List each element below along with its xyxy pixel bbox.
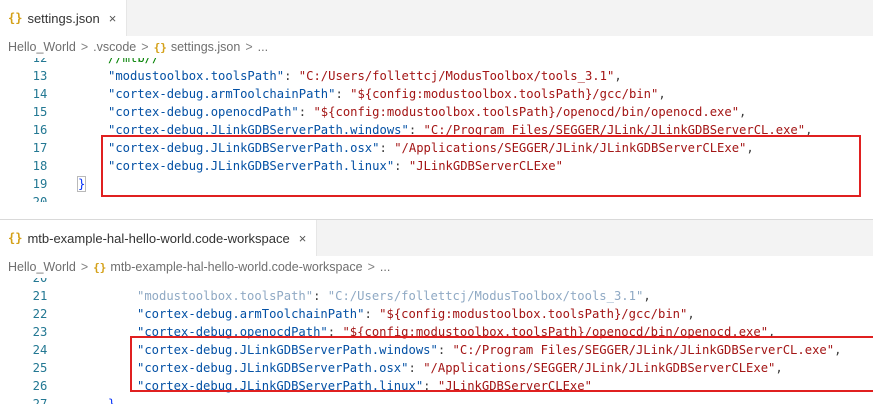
line-number: 16 [32,123,48,137]
punctuation: , [687,307,695,321]
partial-line: 27} [0,395,873,404]
code-text: "modustoolbox.toolsPath": "C:/Users/foll… [108,67,622,85]
colon: : [335,87,351,101]
breadcrumb-separator: > [80,40,89,54]
highlight-box [130,336,873,392]
line-number: 15 [32,105,48,119]
line-number: 17 [32,141,48,155]
close-icon[interactable]: × [299,231,307,246]
partial-line: 12 //mtb// [0,58,873,67]
line-number: 21 [32,289,48,303]
breadcrumb-item-workspace[interactable]: mtb-example-hal-hello-world.code-workspa… [110,260,362,274]
breadcrumb-item-more[interactable]: ... [380,260,390,274]
json-braces-icon: {} [93,260,107,274]
code-line: 12 //mtb// [0,58,873,67]
json-key: "cortex-debug.openocdPath" [108,105,299,119]
punctuation: , [614,69,622,83]
json-key: "cortex-debug.armToolchainPath" [137,307,365,321]
code-text: "cortex-debug.openocdPath": "${config:mo… [108,103,746,121]
colon: : [313,289,328,303]
line-number: 22 [32,307,48,321]
code-line: 21 "modustoolbox.toolsPath": "C:/Users/fo… [0,287,873,305]
json-key: "cortex-debug.armToolchainPath" [108,87,336,101]
breadcrumb-item-settings-json[interactable]: settings.json [171,40,240,54]
line-number: 12 [32,58,48,65]
code-line: 14 "cortex-debug.armToolchainPath": "${co… [0,85,873,103]
json-string-value: "C:/Users/follettcj/ModusToolbox/tools_3… [298,69,615,83]
colon: : [298,105,314,119]
json-braces-icon: {} [8,231,23,245]
code-text: //mtb// [108,58,159,67]
editor-pane-workspace: {} mtb-example-hal-hello-world.code-work… [0,219,873,410]
line-number: 26 [32,379,48,393]
line-number: 23 [32,325,48,339]
code-line: 13 "modustoolbox.toolsPath": "C:/Users/fo… [0,67,873,85]
breadcrumb-separator: > [141,40,149,54]
breadcrumb-item-vscode[interactable]: .vscode [93,40,136,54]
breadcrumb-separator: > [245,40,253,54]
closing-brace: } [76,176,87,192]
tab-workspace[interactable]: {} mtb-example-hal-hello-world.code-work… [0,220,318,256]
line-number: 20 [32,278,48,285]
tab-title: mtb-example-hal-hello-world.code-workspa… [27,230,290,246]
json-key: "modustoolbox.toolsPath" [137,289,314,303]
line-number: 18 [32,159,48,173]
code-line: 22 "cortex-debug.armToolchainPath": "${co… [0,305,873,323]
code-text: } [108,395,115,404]
line-number: 19 [32,177,48,191]
line-number: 24 [32,343,48,357]
json-string-value: "${config:modustoolbox.toolsPath}/gcc/bi… [350,87,659,101]
tab-settings-json[interactable]: {} settings.json × [0,0,128,36]
highlight-box [101,135,861,197]
breadcrumb-separator: > [80,260,89,274]
code-line: 27} [0,395,873,404]
breadcrumb: Hello_World > .vscode > {} settings.json… [0,36,873,58]
line-number: 25 [32,361,48,375]
partial-line: 20 [0,278,873,287]
colon: : [284,69,299,83]
tab-title: settings.json [27,10,100,26]
breadcrumb: Hello_World > {} mtb-example-hal-hello-w… [0,256,873,278]
breadcrumb-item-hello-world[interactable]: Hello_World [8,40,76,54]
breadcrumb-item-more[interactable]: ... [258,40,268,54]
punctuation: , [739,105,747,119]
comment: //mtb// [108,58,160,65]
breadcrumb-item-hello-world[interactable]: Hello_World [8,260,76,274]
json-key: "modustoolbox.toolsPath" [108,69,285,83]
line-number: 20 [32,195,48,202]
json-string-value: "${config:modustoolbox.toolsPath}/openoc… [313,105,740,119]
line-number: 27 [32,397,48,404]
code-line: 15 "cortex-debug.openocdPath": "${config:… [0,103,873,121]
json-string-value: "${config:modustoolbox.toolsPath}/gcc/bi… [379,307,688,321]
tab-bar: {} settings.json × [0,0,873,36]
json-braces-icon: {} [153,40,167,54]
editor-pane-settings: {} settings.json × Hello_World > .vscode… [0,0,873,219]
line-number: 14 [32,87,48,101]
close-icon[interactable]: × [109,11,117,26]
punctuation: , [658,87,666,101]
punctuation: , [643,289,651,303]
json-string-value: "C:/Users/follettcj/ModusToolbox/tools_3… [327,289,644,303]
colon: : [364,307,380,321]
json-braces-icon: {} [8,11,23,25]
code-text: "cortex-debug.armToolchainPath": "${conf… [108,85,666,103]
line-number: 13 [32,69,48,83]
code-line: 20 [0,278,873,287]
tab-bar: {} mtb-example-hal-hello-world.code-work… [0,220,873,256]
code-text: } [76,175,87,193]
breadcrumb-separator: > [367,260,375,274]
code-text: "cortex-debug.armToolchainPath": "${conf… [137,305,695,323]
closing-brace: } [108,397,116,404]
code-text: "modustoolbox.toolsPath": "C:/Users/foll… [137,287,651,305]
